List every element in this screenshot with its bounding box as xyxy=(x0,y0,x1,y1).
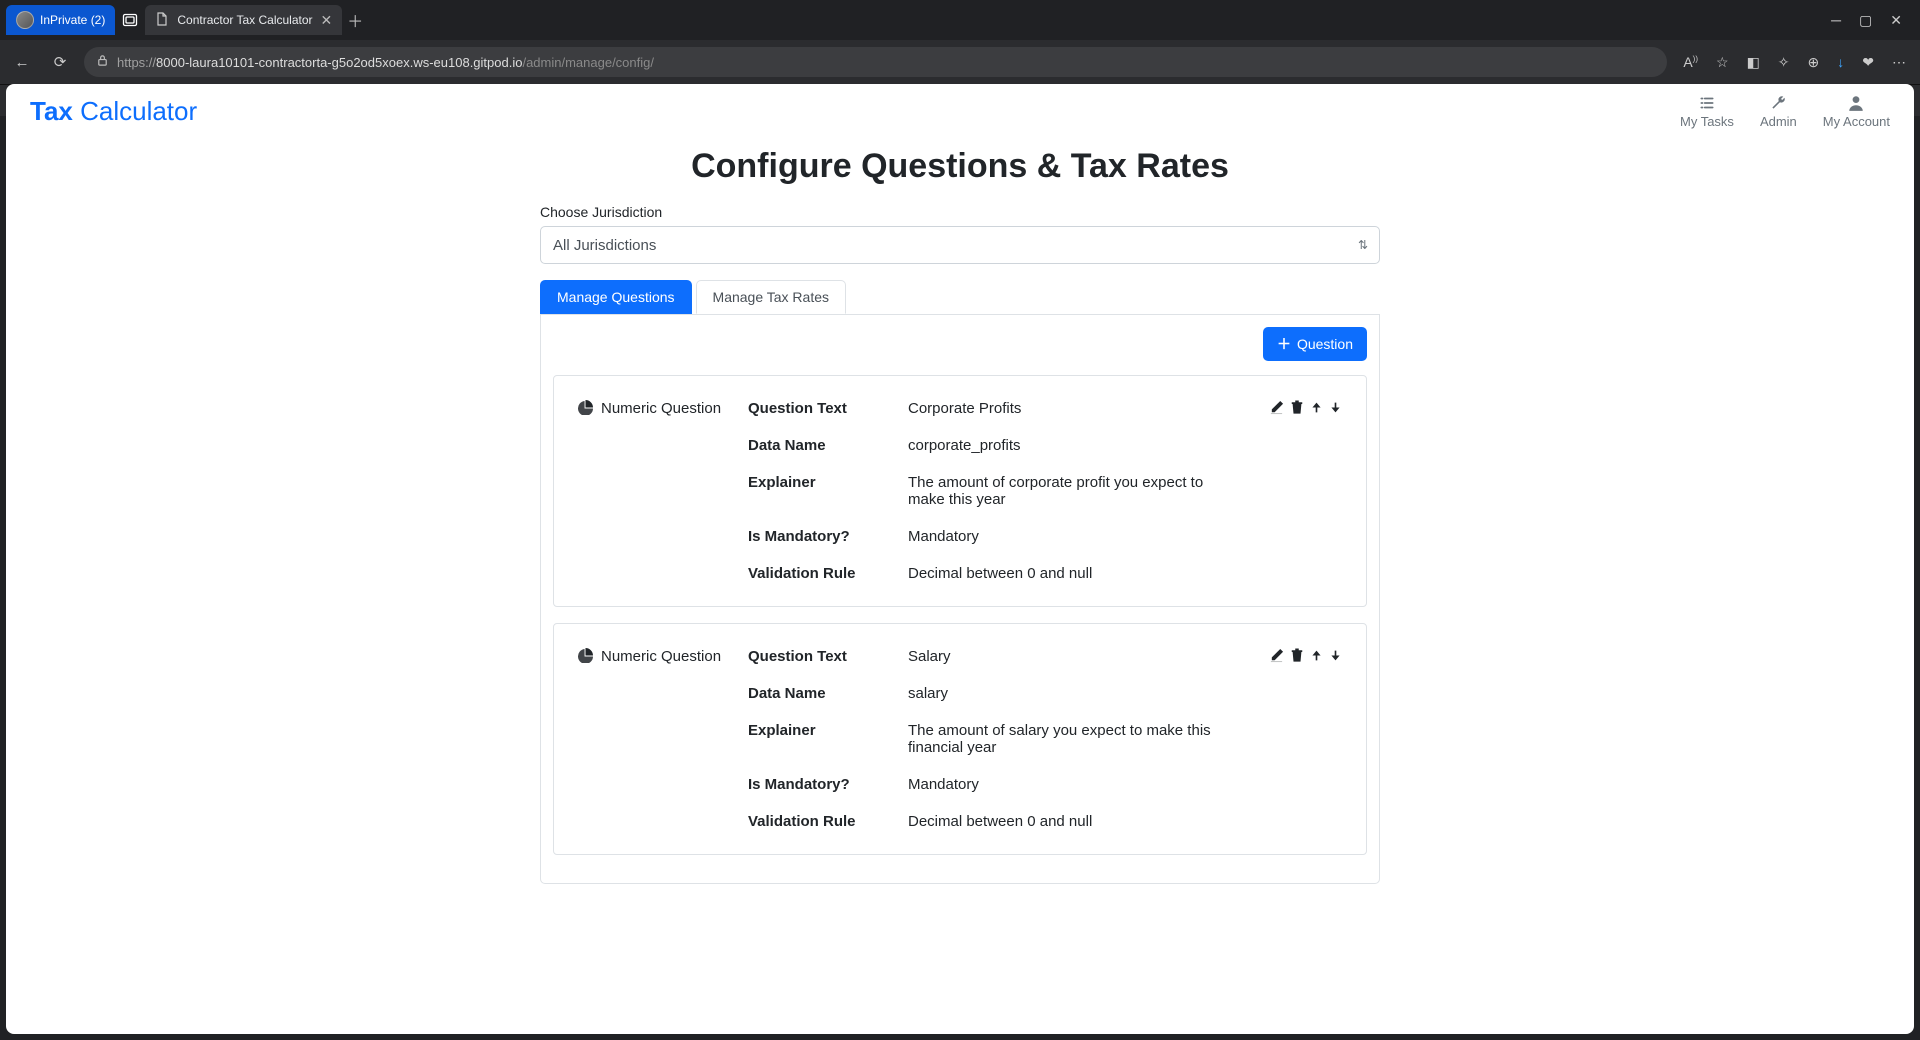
question-card: Numeric Question Question Text Salary Da… xyxy=(553,623,1367,855)
tasks-icon xyxy=(1698,94,1716,112)
url-input[interactable]: https://8000-laura10101-contractorta-g5o… xyxy=(84,47,1667,77)
edit-icon[interactable] xyxy=(1269,400,1284,419)
brand-logo[interactable]: Tax Calculator xyxy=(30,96,197,127)
close-tab-icon[interactable]: ✕ xyxy=(321,12,333,29)
add-question-button[interactable]: ＋ Question xyxy=(1263,327,1367,361)
inprivate-label: InPrivate (2) xyxy=(40,13,105,27)
url-text: https://8000-laura10101-contractorta-g5o… xyxy=(117,55,654,70)
value-validation: Decimal between 0 and null xyxy=(908,565,1232,582)
label-explainer: Explainer xyxy=(748,474,898,508)
minimize-icon[interactable]: ─ xyxy=(1831,12,1841,29)
refresh-button[interactable]: ⟳ xyxy=(46,53,74,71)
address-bar: ← ⟳ https://8000-laura10101-contractorta… xyxy=(0,40,1920,84)
move-down-icon[interactable] xyxy=(1329,648,1342,667)
label-mandatory: Is Mandatory? xyxy=(748,528,898,545)
toolbar-icons: A)) ☆ ◧ ✧ ⊕ ↓ ❤ ⋯ xyxy=(1677,54,1912,71)
nav-admin[interactable]: Admin xyxy=(1760,94,1797,129)
question-type: Numeric Question xyxy=(578,400,738,582)
move-up-icon[interactable] xyxy=(1310,400,1323,419)
new-tab-button[interactable]: ＋ xyxy=(342,8,368,32)
move-up-icon[interactable] xyxy=(1310,648,1323,667)
label-question-text: Question Text xyxy=(748,648,898,665)
question-actions xyxy=(1242,400,1342,582)
workspaces-icon[interactable] xyxy=(115,12,145,28)
close-window-icon[interactable]: ✕ xyxy=(1890,12,1902,29)
jurisdiction-select[interactable]: All Jurisdictions xyxy=(540,226,1380,264)
main-content: Configure Questions & Tax Rates Choose J… xyxy=(530,147,1390,924)
move-down-icon[interactable] xyxy=(1329,400,1342,419)
label-mandatory: Is Mandatory? xyxy=(748,776,898,793)
page-icon xyxy=(155,12,169,29)
delete-icon[interactable] xyxy=(1290,648,1304,667)
value-validation: Decimal between 0 and null xyxy=(908,813,1232,830)
tab-bar: InPrivate (2) Contractor Tax Calculator … xyxy=(0,0,1920,40)
tools-icon xyxy=(1769,94,1787,112)
pie-chart-icon xyxy=(578,648,593,667)
tab-manage-tax-rates[interactable]: Manage Tax Rates xyxy=(696,280,846,314)
maximize-icon[interactable]: ▢ xyxy=(1859,12,1872,29)
favorite-icon[interactable]: ☆ xyxy=(1716,54,1729,71)
page-scroll[interactable]: Tax Calculator My Tasks Admin xyxy=(6,84,1914,1034)
question-actions xyxy=(1242,648,1342,830)
delete-icon[interactable] xyxy=(1290,400,1304,419)
plus-icon: ＋ xyxy=(1277,334,1291,354)
label-question-text: Question Text xyxy=(748,400,898,417)
favorites-bar-icon[interactable]: ✧ xyxy=(1778,54,1790,71)
browser-tab[interactable]: Contractor Tax Calculator ✕ xyxy=(145,5,342,35)
header-nav: My Tasks Admin My Account xyxy=(1680,94,1890,129)
value-explainer: The amount of salary you expect to make … xyxy=(908,722,1232,756)
nav-my-tasks[interactable]: My Tasks xyxy=(1680,94,1734,129)
performance-icon[interactable]: ❤ xyxy=(1862,54,1874,71)
value-mandatory: Mandatory xyxy=(908,776,1232,793)
back-button[interactable]: ← xyxy=(8,54,36,71)
window-controls: ─ ▢ ✕ xyxy=(1831,12,1914,29)
read-aloud-icon[interactable]: A)) xyxy=(1683,54,1698,71)
tab-title: Contractor Tax Calculator xyxy=(177,13,312,27)
config-tabs: Manage Questions Manage Tax Rates xyxy=(540,280,1380,315)
value-data-name: corporate_profits xyxy=(908,437,1232,454)
edit-icon[interactable] xyxy=(1269,648,1284,667)
label-validation: Validation Rule xyxy=(748,565,898,582)
app-header: Tax Calculator My Tasks Admin xyxy=(6,84,1914,139)
value-data-name: salary xyxy=(908,685,1232,702)
value-mandatory: Mandatory xyxy=(908,528,1232,545)
value-question-text: Corporate Profits xyxy=(908,400,1232,417)
value-explainer: The amount of corporate profit you expec… xyxy=(908,474,1232,508)
collections-icon[interactable]: ⊕ xyxy=(1808,54,1820,71)
page-viewport: Tax Calculator My Tasks Admin xyxy=(6,84,1914,1034)
more-icon[interactable]: ⋯ xyxy=(1892,54,1906,71)
browser-chrome: InPrivate (2) Contractor Tax Calculator … xyxy=(0,0,1920,84)
lock-icon xyxy=(96,54,109,70)
label-validation: Validation Rule xyxy=(748,813,898,830)
split-screen-icon[interactable]: ◧ xyxy=(1747,54,1760,71)
label-data-name: Data Name xyxy=(748,685,898,702)
value-question-text: Salary xyxy=(908,648,1232,665)
question-type: Numeric Question xyxy=(578,648,738,830)
profile-avatar-icon xyxy=(16,11,34,29)
user-icon xyxy=(1847,94,1865,112)
downloads-icon[interactable]: ↓ xyxy=(1837,54,1844,71)
tab-manage-questions[interactable]: Manage Questions xyxy=(540,280,692,314)
page-title: Configure Questions & Tax Rates xyxy=(540,147,1380,186)
jurisdiction-label: Choose Jurisdiction xyxy=(540,204,1380,220)
questions-panel: ＋ Question Numeric Question Question Tex… xyxy=(540,315,1380,884)
question-card: Numeric Question Question Text Corporate… xyxy=(553,375,1367,607)
nav-my-account[interactable]: My Account xyxy=(1823,94,1890,129)
label-explainer: Explainer xyxy=(748,722,898,756)
pie-chart-icon xyxy=(578,400,593,419)
label-data-name: Data Name xyxy=(748,437,898,454)
inprivate-indicator[interactable]: InPrivate (2) xyxy=(6,5,115,35)
